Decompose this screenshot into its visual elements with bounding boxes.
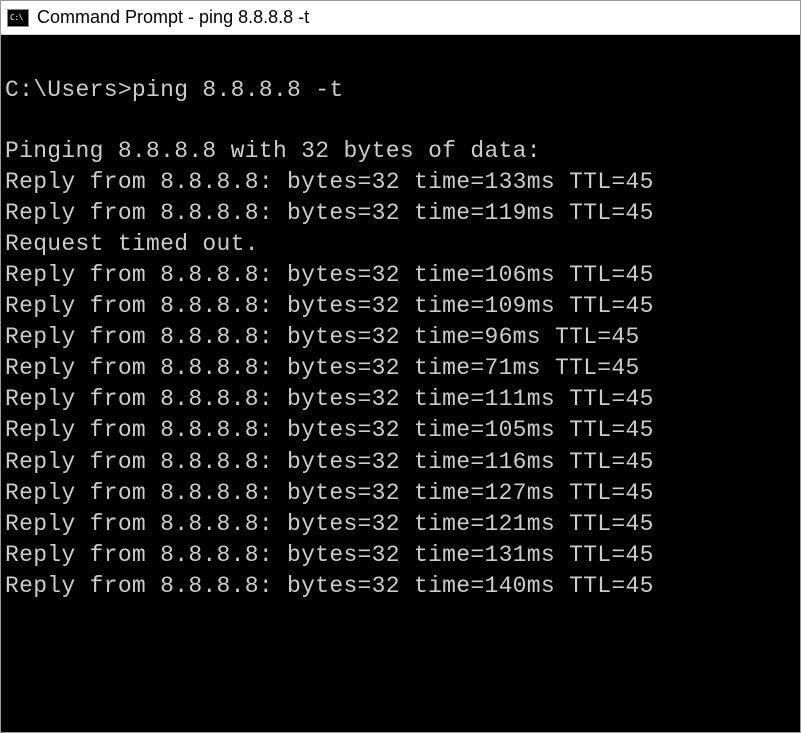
prompt-line: C:\Users>ping 8.8.8.8 -t	[5, 75, 796, 106]
window-titlebar[interactable]: C:\ Command Prompt - ping 8.8.8.8 -t	[1, 1, 800, 35]
ping-reply-line: Reply from 8.8.8.8: bytes=32 time=133ms …	[5, 167, 796, 198]
ping-reply-line: Reply from 8.8.8.8: bytes=32 time=109ms …	[5, 291, 796, 322]
cmd-icon: C:\	[7, 9, 29, 27]
ping-reply-line: Reply from 8.8.8.8: bytes=32 time=131ms …	[5, 540, 796, 571]
ping-reply-line: Reply from 8.8.8.8: bytes=32 time=105ms …	[5, 415, 796, 446]
terminal-output[interactable]: C:\Users>ping 8.8.8.8 -t Pinging 8.8.8.8 …	[1, 35, 800, 732]
ping-reply-line: Request timed out.	[5, 229, 796, 260]
window-title: Command Prompt - ping 8.8.8.8 -t	[37, 7, 309, 28]
ping-reply-line: Reply from 8.8.8.8: bytes=32 time=140ms …	[5, 571, 796, 602]
ping-header: Pinging 8.8.8.8 with 32 bytes of data:	[5, 136, 796, 167]
ping-reply-line: Reply from 8.8.8.8: bytes=32 time=119ms …	[5, 198, 796, 229]
ping-reply-line: Reply from 8.8.8.8: bytes=32 time=71ms T…	[5, 353, 796, 384]
ping-output-lines: Reply from 8.8.8.8: bytes=32 time=133ms …	[5, 167, 796, 602]
cmd-icon-label: C:\	[10, 14, 23, 22]
ping-reply-line: Reply from 8.8.8.8: bytes=32 time=111ms …	[5, 384, 796, 415]
ping-reply-line: Reply from 8.8.8.8: bytes=32 time=121ms …	[5, 509, 796, 540]
ping-reply-line: Reply from 8.8.8.8: bytes=32 time=116ms …	[5, 447, 796, 478]
prompt-path: C:\Users>	[5, 77, 132, 103]
ping-reply-line: Reply from 8.8.8.8: bytes=32 time=96ms T…	[5, 322, 796, 353]
command-text: ping 8.8.8.8 -t	[132, 77, 344, 103]
ping-reply-line: Reply from 8.8.8.8: bytes=32 time=106ms …	[5, 260, 796, 291]
ping-reply-line: Reply from 8.8.8.8: bytes=32 time=127ms …	[5, 478, 796, 509]
